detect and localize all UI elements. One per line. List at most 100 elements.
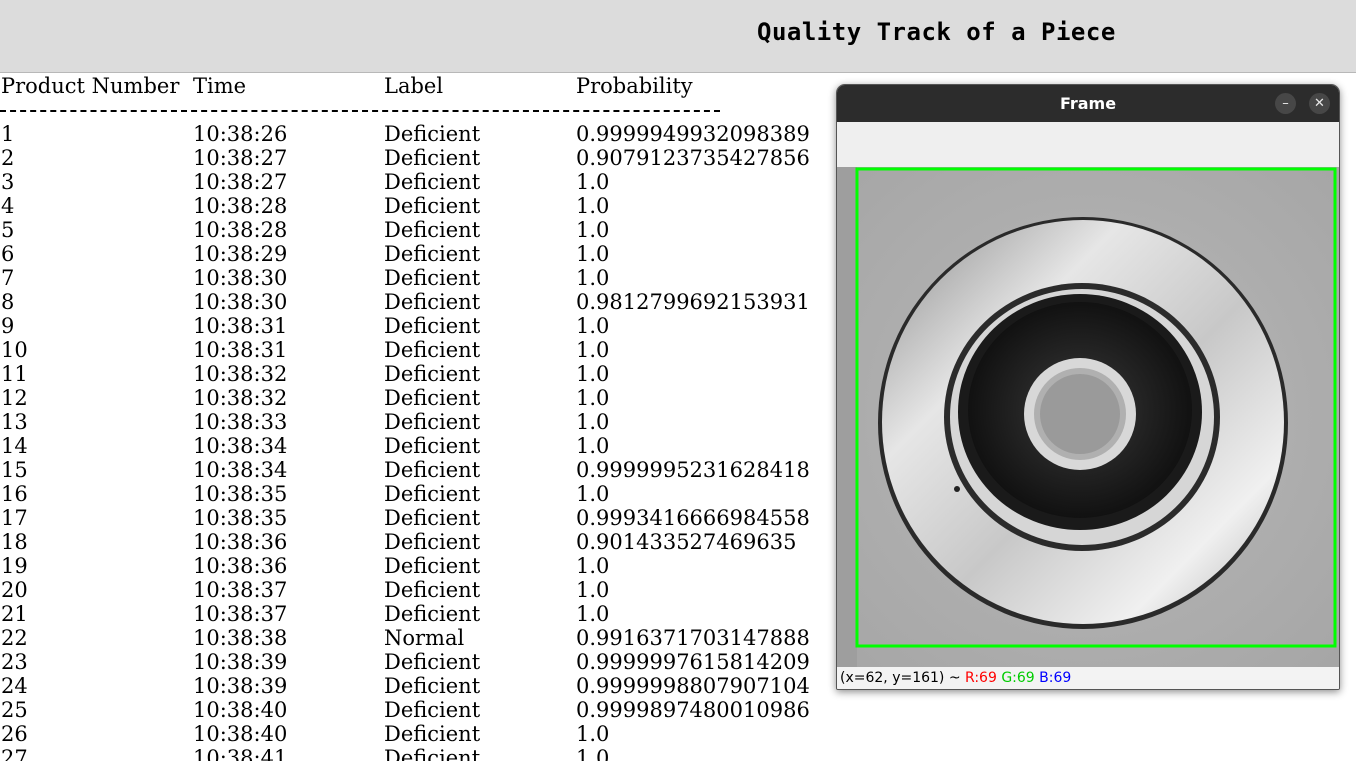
cell-product-number: 27 <box>1 746 28 761</box>
table-row: 11 10:38:32 Deficient 1.0 <box>0 362 820 386</box>
table-row: 16 10:38:35 Deficient 1.0 <box>0 482 820 506</box>
cell-time: 10:38:30 <box>193 266 288 290</box>
cell-label: Deficient <box>384 674 481 698</box>
cell-product-number: 20 <box>1 578 28 602</box>
table-row: 13 10:38:33 Deficient 1.0 <box>0 410 820 434</box>
table-row: 6 10:38:29 Deficient 1.0 <box>0 242 820 266</box>
cell-probability: 1.0 <box>576 554 610 578</box>
cell-probability: 0.9999897480010986 <box>576 698 810 722</box>
cell-time: 10:38:30 <box>193 290 288 314</box>
cell-probability: 0.9079123735427856 <box>576 146 810 170</box>
camera-frame-image[interactable] <box>837 167 1339 667</box>
cell-product-number: 26 <box>1 722 28 746</box>
cell-label: Deficient <box>384 122 481 146</box>
cell-probability: 0.9999997615814209 <box>576 650 810 674</box>
cell-probability: 1.0 <box>576 386 610 410</box>
cell-product-number: 15 <box>1 458 28 482</box>
cell-product-number: 1 <box>1 122 15 146</box>
table-row: 25 10:38:40 Deficient 0.9999897480010986 <box>0 698 820 722</box>
cell-label: Deficient <box>384 554 481 578</box>
cell-label: Deficient <box>384 386 481 410</box>
cell-label: Deficient <box>384 338 481 362</box>
status-bar: (x=62, y=161) ~ R:69 G:69 B:69 <box>837 667 1339 689</box>
table-header: Product Number Time Label Probability <box>0 74 820 98</box>
frame-window[interactable]: Frame – ✕ (x=62, y=161) ~ R:69 G:69 B:69 <box>836 84 1340 690</box>
cell-probability: 1.0 <box>576 266 610 290</box>
cell-label: Deficient <box>384 266 481 290</box>
cell-product-number: 25 <box>1 698 28 722</box>
cell-time: 10:38:31 <box>193 338 288 362</box>
cell-probability: 1.0 <box>576 434 610 458</box>
page-title: Quality Track of a Piece <box>757 18 1116 46</box>
cell-time: 10:38:34 <box>193 458 288 482</box>
cell-probability: 1.0 <box>576 578 610 602</box>
table-row: 8 10:38:30 Deficient 0.9812799692153931 <box>0 290 820 314</box>
cell-product-number: 19 <box>1 554 28 578</box>
minimize-icon: – <box>1282 96 1289 111</box>
cell-probability: 0.9993416666984558 <box>576 506 810 530</box>
cell-time: 10:38:27 <box>193 170 288 194</box>
table-row: 23 10:38:39 Deficient 0.9999997615814209 <box>0 650 820 674</box>
table-row: 5 10:38:28 Deficient 1.0 <box>0 218 820 242</box>
column-header-product-number: Product Number <box>1 74 180 98</box>
cell-product-number: 16 <box>1 482 28 506</box>
cell-label: Deficient <box>384 434 481 458</box>
table-row: 15 10:38:34 Deficient 0.9999995231628418 <box>0 458 820 482</box>
cell-probability: 0.9916371703147888 <box>576 626 810 650</box>
cell-label: Deficient <box>384 698 481 722</box>
cell-probability: 1.0 <box>576 314 610 338</box>
cell-time: 10:38:39 <box>193 650 288 674</box>
close-icon: ✕ <box>1314 96 1325 111</box>
pixel-b-value: B:69 <box>1039 670 1072 686</box>
table-row: 12 10:38:32 Deficient 1.0 <box>0 386 820 410</box>
window-titlebar[interactable]: Frame – ✕ <box>837 85 1339 122</box>
cell-probability: 1.0 <box>576 242 610 266</box>
cell-probability: 0.9999998807907104 <box>576 674 810 698</box>
table-row: 21 10:38:37 Deficient 1.0 <box>0 602 820 626</box>
close-button[interactable]: ✕ <box>1309 93 1330 114</box>
cell-time: 10:38:37 <box>193 578 288 602</box>
cell-label: Deficient <box>384 482 481 506</box>
cell-time: 10:38:37 <box>193 602 288 626</box>
cell-time: 10:38:36 <box>193 554 288 578</box>
cell-time: 10:38:38 <box>193 626 288 650</box>
cell-label: Deficient <box>384 578 481 602</box>
cell-time: 10:38:29 <box>193 242 288 266</box>
cell-time: 10:38:31 <box>193 314 288 338</box>
column-header-label: Label <box>384 74 444 98</box>
cursor-coordinates: (x=62, y=161) ~ <box>840 670 961 686</box>
table-row: 7 10:38:30 Deficient 1.0 <box>0 266 820 290</box>
cell-probability: 1.0 <box>576 410 610 434</box>
cell-label: Deficient <box>384 746 481 761</box>
cell-product-number: 22 <box>1 626 28 650</box>
cell-product-number: 18 <box>1 530 28 554</box>
column-header-probability: Probability <box>576 74 693 98</box>
minimize-button[interactable]: – <box>1275 93 1296 114</box>
cell-probability: 1.0 <box>576 362 610 386</box>
table-row: 17 10:38:35 Deficient 0.9993416666984558 <box>0 506 820 530</box>
top-bar: Quality Track of a Piece <box>0 0 1356 73</box>
cell-product-number: 4 <box>1 194 15 218</box>
cell-product-number: 10 <box>1 338 28 362</box>
part-image <box>837 167 1339 667</box>
cell-time: 10:38:32 <box>193 362 288 386</box>
cell-product-number: 21 <box>1 602 28 626</box>
pixel-g-value: G:69 <box>1001 670 1035 686</box>
table-row: 2 10:38:27 Deficient 0.9079123735427856 <box>0 146 820 170</box>
cell-probability: 1.0 <box>576 170 610 194</box>
cell-label: Deficient <box>384 602 481 626</box>
cell-product-number: 17 <box>1 506 28 530</box>
cell-time: 10:38:33 <box>193 410 288 434</box>
table-row: 24 10:38:39 Deficient 0.9999998807907104 <box>0 674 820 698</box>
cell-label: Deficient <box>384 362 481 386</box>
table-row: 19 10:38:36 Deficient 1.0 <box>0 554 820 578</box>
cell-probability: 1.0 <box>576 602 610 626</box>
pixel-r-value: R:69 <box>965 670 997 686</box>
table-row: 1 10:38:26 Deficient 0.9999949932098389 <box>0 122 820 146</box>
cell-label: Deficient <box>384 410 481 434</box>
cell-time: 10:38:34 <box>193 434 288 458</box>
table-row: 10 10:38:31 Deficient 1.0 <box>0 338 820 362</box>
table-row: 18 10:38:36 Deficient 0.901433527469635 <box>0 530 820 554</box>
table-row: 9 10:38:31 Deficient 1.0 <box>0 314 820 338</box>
cell-time: 10:38:26 <box>193 122 288 146</box>
